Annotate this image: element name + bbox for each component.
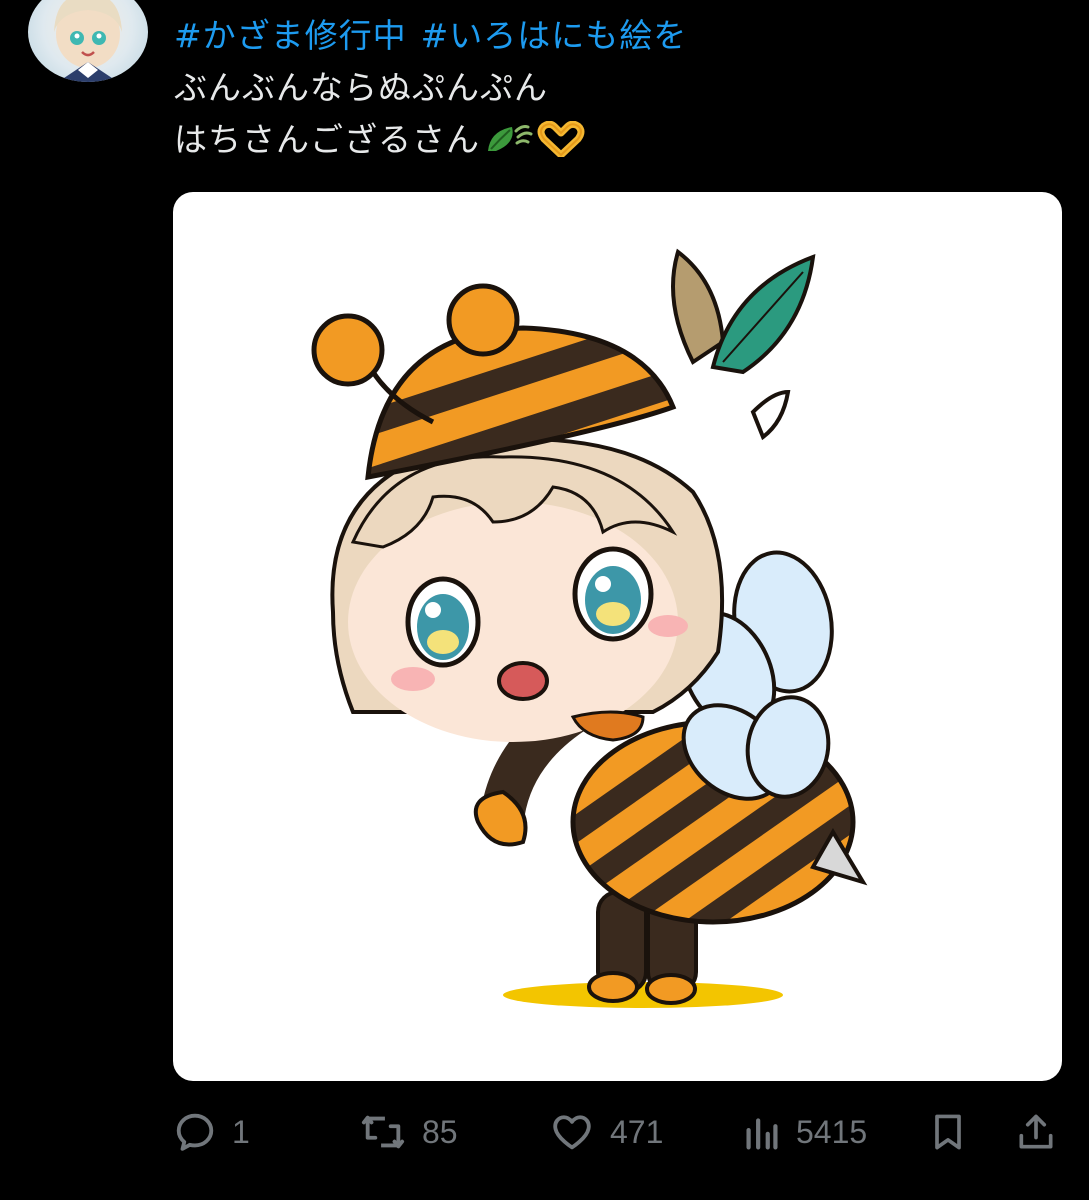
view-count: 5415 <box>796 1113 868 1150</box>
reply-button[interactable]: 1 <box>172 1100 250 1164</box>
views-icon <box>746 1118 778 1150</box>
bookmark-icon <box>935 1114 961 1150</box>
bookmark-button[interactable] <box>926 1100 970 1164</box>
retweet-button[interactable]: 85 <box>358 1100 458 1164</box>
heart-icon <box>553 1115 591 1150</box>
avatar[interactable] <box>28 0 148 82</box>
retweet-icon <box>361 1115 405 1149</box>
share-button[interactable] <box>1014 1100 1058 1164</box>
leaf-emoji-icon <box>482 120 534 172</box>
like-count: 471 <box>610 1113 664 1150</box>
tweet-line-1: ぶんぶんならぬぷんぷん <box>174 68 548 107</box>
tweet-line-2: はちさんござるさん <box>174 120 480 159</box>
retweet-count: 85 <box>422 1113 458 1150</box>
heart-hands-emoji-icon <box>536 120 586 172</box>
tweet-image[interactable] <box>173 192 1062 1081</box>
hashtag-link[interactable]: #いろはにも絵を <box>421 16 688 55</box>
share-icon <box>1019 1114 1053 1149</box>
like-button[interactable]: 471 <box>548 1100 663 1164</box>
reply-icon <box>176 1113 214 1151</box>
hashtag-line: #かざま修行中 #いろはにも絵を <box>174 10 1054 62</box>
tweet-text: #かざま修行中 #いろはにも絵を ぶんぶんならぬぷんぷん はちさんござるさん <box>174 10 1054 172</box>
views-button[interactable]: 5415 <box>742 1100 867 1164</box>
bee-character-illustration <box>311 248 868 1008</box>
tweet-line-2-wrapper: はちさんござるさん <box>174 114 1054 172</box>
reply-count: 1 <box>232 1113 250 1150</box>
hashtag-link[interactable]: #かざま修行中 <box>174 16 407 55</box>
action-bar: 1 85 471 5415 <box>0 1100 1089 1164</box>
avatar-image <box>54 0 122 82</box>
